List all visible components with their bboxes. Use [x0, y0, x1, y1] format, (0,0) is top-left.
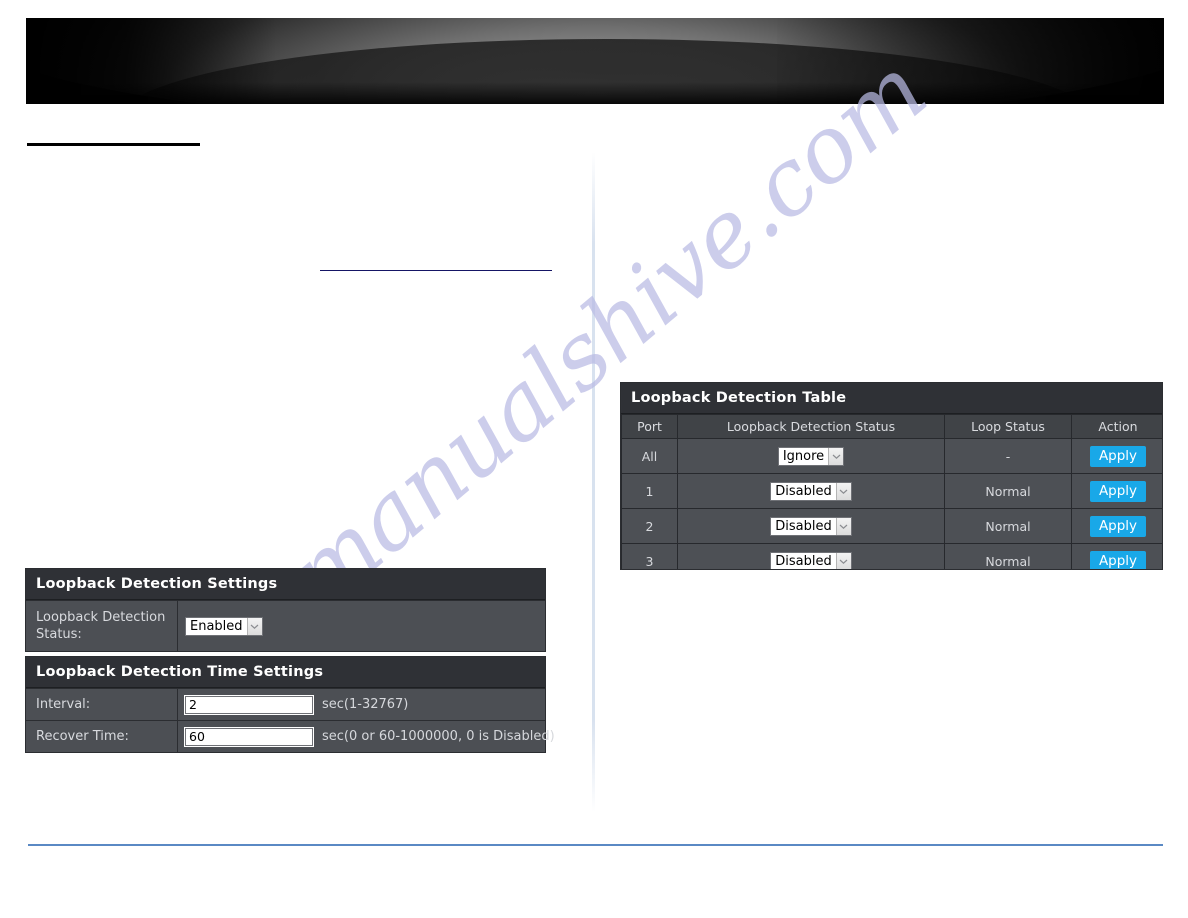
interval-value-cell: sec(1-32767) — [178, 689, 545, 720]
apply-button[interactable]: Apply — [1089, 480, 1147, 502]
table-row: All Ignore - Apply — [621, 438, 1162, 474]
recover-time-label: Recover Time: — [26, 721, 178, 752]
footer-rule — [28, 844, 1163, 846]
loopback-detection-status-label: Loopback Detection Status: — [26, 601, 178, 651]
loopback-detection-status-value-cell: Enabled — [178, 601, 545, 651]
cell-loopback-detection-status: Disabled — [677, 543, 945, 569]
port-status-select-value: Disabled — [771, 552, 836, 569]
page-banner-image — [26, 18, 1164, 104]
column-header-status: Loopback Detection Status — [677, 414, 945, 439]
cell-action: Apply — [1071, 473, 1162, 509]
interval-input[interactable] — [184, 694, 314, 715]
cell-loopback-detection-status: Ignore — [677, 438, 945, 474]
recover-time-row: Recover Time: sec(0 or 60-1000000, 0 is … — [26, 720, 555, 752]
apply-button[interactable]: Apply — [1089, 515, 1147, 537]
cell-port: 2 — [621, 508, 678, 544]
cell-port: All — [621, 438, 678, 474]
navy-separator-rule — [320, 270, 552, 271]
table-row: 1 Disabled Normal Apply — [621, 473, 1162, 509]
loopback-detection-status-row: Loopback Detection Status: Enabled — [26, 600, 545, 651]
loopback-detection-table-panel: Loopback Detection Table Port Loopback D… — [620, 382, 1163, 570]
loopback-detection-status-select[interactable]: Enabled — [185, 616, 263, 636]
loopback-detection-settings-panel: Loopback Detection Settings Loopback Det… — [25, 568, 546, 652]
chevron-down-icon — [246, 617, 262, 635]
chevron-down-icon — [835, 482, 851, 500]
column-header-action: Action — [1071, 414, 1162, 439]
table-header-row: Port Loopback Detection Status Loop Stat… — [621, 414, 1162, 439]
chevron-down-icon — [835, 552, 851, 569]
cell-loopback-detection-status: Disabled — [677, 508, 945, 544]
cell-loopback-detection-status: Disabled — [677, 473, 945, 509]
port-status-select-value: Disabled — [771, 517, 836, 535]
column-header-loop-status: Loop Status — [944, 414, 1072, 439]
heading-underline-rule — [27, 143, 200, 146]
port-status-select-value: Disabled — [771, 482, 836, 500]
cell-action: Apply — [1071, 543, 1162, 569]
cell-loop-status: Normal — [944, 508, 1072, 544]
table-body: All Ignore - Apply 1 Disabled Normal Apply 2 Disa… — [621, 438, 1162, 569]
cell-loop-status: - — [944, 438, 1072, 474]
loopback-detection-time-settings-title: Loopback Detection Time Settings — [26, 657, 545, 688]
cell-action: Apply — [1071, 438, 1162, 474]
port-status-select-value: Ignore — [778, 447, 829, 465]
apply-button[interactable]: Apply — [1089, 445, 1147, 467]
loopback-detection-table: Port Loopback Detection Status Loop Stat… — [621, 414, 1162, 569]
column-header-port: Port — [621, 414, 678, 439]
cell-port: 1 — [621, 473, 678, 509]
interval-label: Interval: — [26, 689, 178, 720]
port-status-select[interactable]: Disabled — [770, 516, 852, 536]
cell-action: Apply — [1071, 508, 1162, 544]
cell-loop-status: Normal — [944, 543, 1072, 569]
recover-time-input[interactable] — [184, 726, 314, 747]
loopback-detection-table-title: Loopback Detection Table — [621, 383, 1162, 414]
recover-time-value-cell: sec(0 or 60-1000000, 0 is Disabled) — [178, 721, 555, 752]
loopback-detection-status-select-value: Enabled — [186, 617, 247, 635]
port-status-select[interactable]: Ignore — [777, 446, 845, 466]
recover-time-hint: sec(0 or 60-1000000, 0 is Disabled) — [322, 729, 555, 744]
port-status-select[interactable]: Disabled — [770, 551, 852, 569]
banner-shadow-bottom — [26, 81, 1164, 104]
column-divider — [592, 152, 595, 812]
table-row: 2 Disabled Normal Apply — [621, 508, 1162, 544]
chevron-down-icon — [828, 447, 844, 465]
table-row: 3 Disabled Normal Apply — [621, 543, 1162, 569]
apply-button[interactable]: Apply — [1089, 550, 1147, 569]
interval-row: Interval: sec(1-32767) — [26, 688, 545, 720]
interval-hint: sec(1-32767) — [322, 697, 409, 712]
loopback-detection-settings-title: Loopback Detection Settings — [26, 569, 545, 600]
chevron-down-icon — [835, 517, 851, 535]
port-status-select[interactable]: Disabled — [770, 481, 852, 501]
cell-loop-status: Normal — [944, 473, 1072, 509]
loopback-detection-time-settings-panel: Loopback Detection Time Settings Interva… — [25, 656, 555, 753]
cell-port: 3 — [621, 543, 678, 569]
